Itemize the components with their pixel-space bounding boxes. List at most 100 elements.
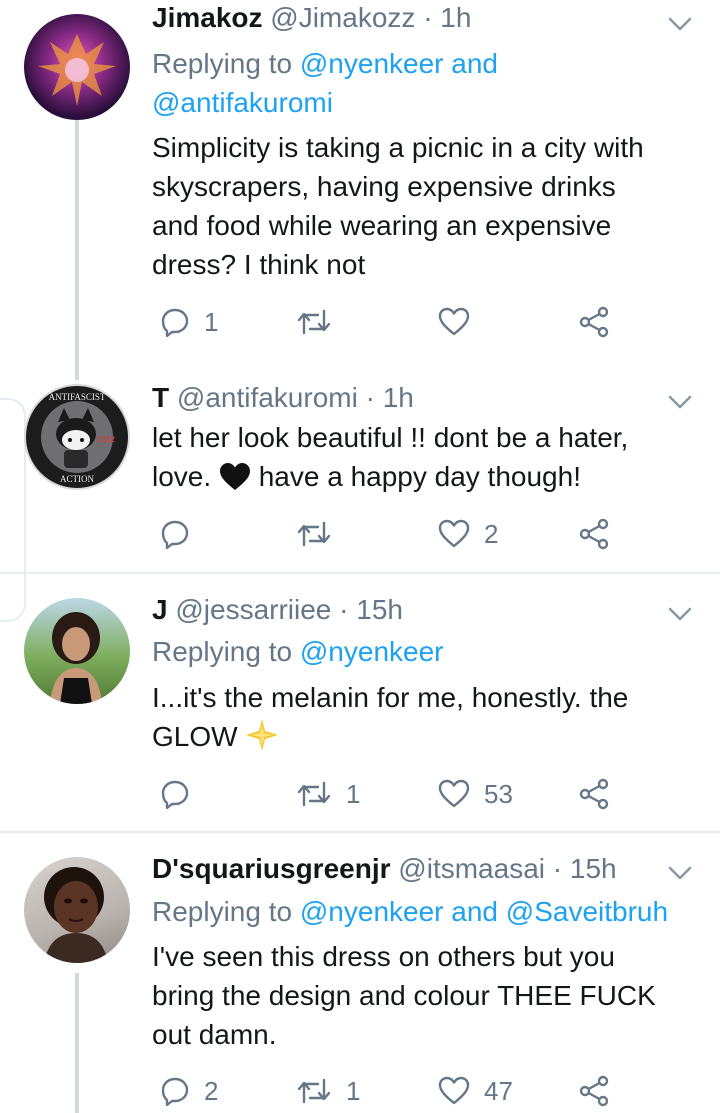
display-name[interactable]: Jimakoz [152, 2, 263, 33]
retweet-icon [297, 781, 331, 807]
avatar-badge-text: 1312 [97, 435, 115, 444]
like-count: 47 [484, 1075, 513, 1106]
share-icon [579, 778, 609, 810]
tweet-text-line: bring the design and colour THEE FUCK [152, 980, 656, 1011]
reply-button[interactable]: 1 [160, 302, 218, 342]
retweet-icon [297, 309, 331, 335]
tweet-text: I...it's the melanin for me, honestly. t… [152, 678, 690, 756]
tweet-text-line: out damn. [152, 1019, 277, 1050]
user-handle[interactable]: @itsmaasai [398, 853, 545, 884]
chevron-down-icon[interactable] [666, 10, 694, 38]
display-name[interactable]: T [152, 382, 169, 413]
mention-link[interactable]: @Saveitbruh [506, 896, 668, 927]
tweet-text-fragment: love. [152, 461, 212, 492]
replying-to: Replying to @nyenkeer [152, 632, 700, 671]
separator: · [339, 594, 349, 625]
chevron-down-icon[interactable] [666, 859, 694, 887]
tweet[interactable]: D'squariusgreenjr @itsmaasai · 15h Reply… [0, 833, 720, 1113]
tweet-text-line: Simplicity is taking a picnic in a city … [152, 132, 644, 163]
share-icon [579, 518, 609, 550]
reply-count: 1 [204, 306, 219, 337]
tweet-text-line: and food while wearing an expensive [152, 210, 612, 241]
tweet-text-line: I...it's the melanin for me, honestly. t… [152, 682, 629, 713]
separator: · [365, 382, 375, 413]
like-count: 53 [484, 778, 513, 809]
tweet[interactable]: Jimakoz @Jimakozz · 1h Replying to @nyen… [0, 0, 720, 380]
share-icon [579, 1075, 609, 1107]
reply-icon [161, 780, 189, 809]
timestamp[interactable]: 15h [570, 853, 617, 884]
mention-link[interactable]: @antifakuromi [152, 87, 333, 118]
tweet-text-fragment: have a happy day though! [258, 461, 581, 492]
separator: · [423, 2, 433, 33]
avatar-art [50, 612, 102, 704]
black-heart-emoji [219, 463, 250, 490]
tweet-text-line: love. have a happy day though! [152, 457, 690, 496]
retweet-icon [297, 1078, 331, 1104]
mention-and[interactable]: and [451, 48, 498, 79]
like-button[interactable]: 47 [438, 1071, 513, 1111]
replying-to-label: Replying to [152, 896, 293, 927]
thread-line [75, 973, 79, 1113]
tweet-text: I've seen this dress on others but you b… [152, 937, 690, 1054]
separator: · [552, 853, 563, 884]
retweet-button[interactable]: 1 [296, 1071, 360, 1111]
like-button[interactable] [438, 302, 484, 342]
retweet-button[interactable]: 1 [296, 774, 360, 814]
mention-link[interactable]: @nyenkeer [300, 896, 444, 927]
user-handle[interactable]: @Jimakozz [270, 2, 415, 33]
share-icon [579, 306, 609, 338]
timestamp[interactable]: 1h [383, 382, 414, 413]
reply-button[interactable] [160, 774, 204, 814]
reply-button[interactable]: 2 [160, 1071, 218, 1111]
avatar-text-bottom: ACTION [60, 474, 94, 484]
tweet-actions: 1 53 [152, 774, 680, 814]
replying-to-label: Replying to [152, 636, 293, 667]
like-button[interactable]: 2 [438, 514, 498, 554]
reply-count: 2 [204, 1075, 219, 1106]
like-button[interactable]: 53 [438, 774, 513, 814]
timestamp[interactable]: 15h [356, 594, 403, 625]
mention-link[interactable]: @nyenkeer [300, 636, 444, 667]
replying-to: Replying to @nyenkeer and @Saveitbruh [152, 892, 700, 931]
retweet-button[interactable] [296, 514, 346, 554]
share-button[interactable] [578, 302, 610, 342]
retweet-count: 1 [346, 778, 361, 809]
avatar[interactable] [24, 14, 130, 120]
timestamp[interactable]: 1h [440, 2, 471, 33]
display-name[interactable]: J [152, 594, 168, 625]
avatar[interactable]: ANTIFASCIST ACTION 1312 [24, 384, 130, 490]
user-handle[interactable]: @jessarriiee [175, 594, 331, 625]
replying-to: Replying to @nyenkeer and @antifakuromi [152, 44, 700, 122]
retweet-count: 1 [346, 1075, 361, 1106]
display-name[interactable]: D'squariusgreenjr [152, 853, 391, 884]
avatar-text-top: ANTIFASCIST [49, 392, 106, 402]
like-icon [438, 1076, 470, 1105]
avatar[interactable] [24, 598, 130, 704]
tweet-text-fragment: GLOW [152, 721, 238, 752]
tweet[interactable]: ANTIFASCIST ACTION 1312 T @antifakuromi … [0, 372, 720, 572]
reply-icon [161, 1077, 189, 1106]
tweet-header: J @jessarriiee · 15h [152, 594, 660, 626]
avatar[interactable] [24, 857, 130, 963]
chevron-down-icon[interactable] [666, 600, 694, 628]
like-icon [438, 519, 470, 548]
tweet[interactable]: J @jessarriiee · 15h Replying to @nyenke… [0, 574, 720, 830]
tweet-header: D'squariusgreenjr @itsmaasai · 15h [152, 853, 660, 885]
chevron-down-icon[interactable] [666, 388, 694, 416]
share-button[interactable] [578, 514, 610, 554]
tweet-actions: 2 1 47 [152, 1071, 680, 1111]
tweet-text-line: I've seen this dress on others but you [152, 941, 615, 972]
tweet-text-line: skyscrapers, having expensive drinks [152, 171, 616, 202]
user-handle[interactable]: @antifakuromi [177, 382, 358, 413]
share-button[interactable] [578, 1071, 610, 1111]
tweet-text: let her look beautiful !! dont be a hate… [152, 418, 690, 496]
replying-to-label: Replying to [152, 48, 293, 79]
mention-link[interactable]: @nyenkeer [300, 48, 444, 79]
tweet-header: Jimakoz @Jimakozz · 1h [152, 2, 660, 34]
tweet-text-line: dress? I think not [152, 249, 366, 280]
reply-button[interactable] [160, 514, 204, 554]
share-button[interactable] [578, 774, 610, 814]
retweet-button[interactable] [296, 302, 346, 342]
mention-and[interactable]: and [451, 896, 498, 927]
